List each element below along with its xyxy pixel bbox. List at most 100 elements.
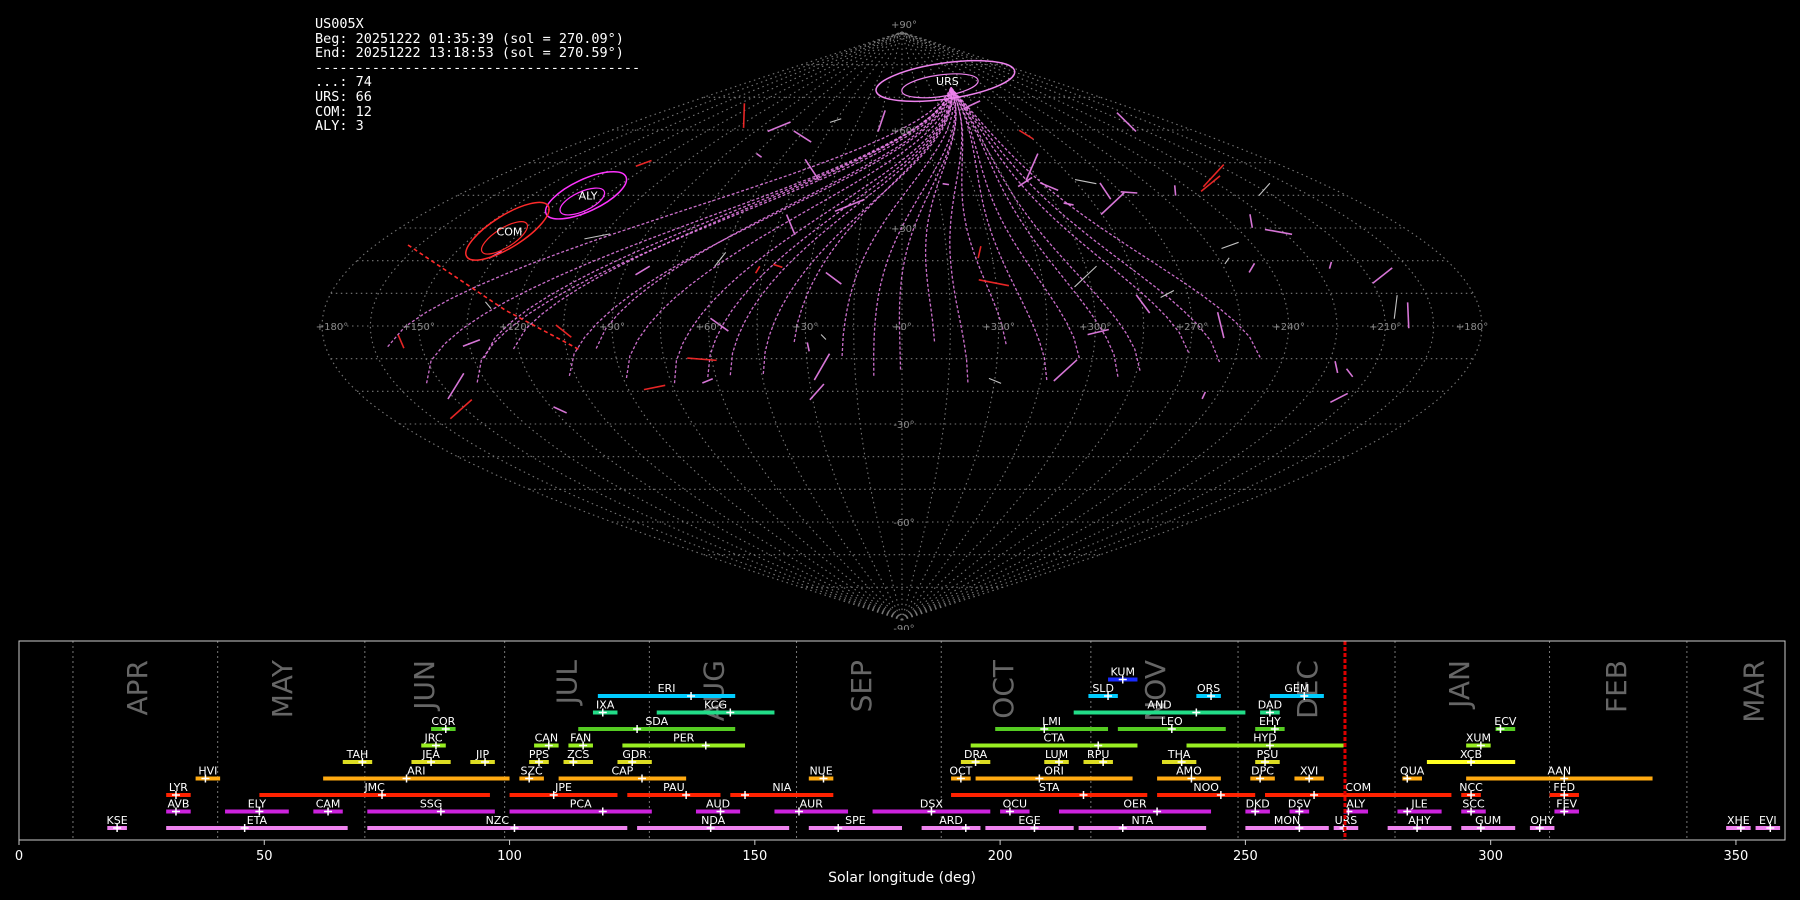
meteor-segment [772,263,783,269]
shower-code-label: FAN [570,732,591,745]
month-label: SEP [845,660,878,712]
x-tick-label: 0 [15,849,23,864]
radiant-label: ALY [579,189,598,202]
shower-code-label: TAH [346,748,369,761]
month-label: OCT [987,659,1020,719]
month-label: FEB [1600,660,1633,713]
shower-code-label: LUM [1045,748,1068,761]
meteor-segment [809,383,825,401]
begin-time: Beg: 20251222 01:35:39 (sol = 270.09°) [315,30,624,47]
shower-code-label: ORI [1044,765,1064,778]
shower-code-label: SDA [645,715,668,728]
meteor-segment [1099,182,1112,200]
meteor-segment [988,377,1002,384]
x-tick-label: 250 [1233,849,1258,864]
lon-label: +300° [1079,322,1111,333]
shower-code-label: JPE [554,781,572,794]
shower-code-label: STA [1039,781,1060,794]
shower-code-label: AMO [1176,765,1202,778]
shower-code-label: OCT [949,765,972,778]
meteor-segment [1221,241,1239,250]
lon-label: +270° [1176,322,1208,333]
shower-code-label: NIA [772,781,791,794]
shower-code-label: AHY [1408,814,1431,827]
x-tick-label: 50 [256,849,273,864]
lon-label: +150° [402,322,434,333]
meteor-segment [449,399,473,420]
lon-label: +180° [1456,322,1488,333]
meteor-segment [555,324,572,338]
shower-code-label: NCC [1459,781,1483,794]
month-label: MAR [1738,660,1771,723]
meteor-segment [462,338,481,348]
lat-label: -60° [893,518,914,529]
meteor-segment [1017,176,1033,188]
meteor-segment [1329,392,1349,403]
meteor-segment [643,384,666,391]
shower-code-label: JEA [421,748,440,761]
urs-track [950,87,1048,381]
lat-label: -30° [893,420,914,431]
meteor-segment [1053,359,1078,382]
shower-code-label: DSX [920,798,943,811]
shower-code-label: QUA [1400,765,1425,778]
x-tick-label: 200 [988,849,1013,864]
meteor-segment [977,245,982,259]
shower-code-label: CAN [535,732,558,745]
shower-code-label: NZC [486,814,510,827]
x-tick-label: 100 [497,849,522,864]
shower-code-label: ARD [939,814,963,827]
shower-code-label: NUE [809,765,832,778]
x-axis: 0 50 100 150 200 250 300 350 [15,840,1748,864]
shower-code-label: PPS [529,748,549,761]
meteor-segment [702,377,714,384]
lon-label: +120° [499,322,531,333]
shower-code-label: ETA [247,814,268,827]
lon-label: +210° [1369,322,1401,333]
station-id: US005X [315,16,364,32]
shower-code-label: PER [673,732,695,745]
shower-code-label: CAM [316,798,341,811]
meteor-segment [1334,361,1339,374]
shower-code-label: DSV [1288,798,1311,811]
count-com: COM: 12 [315,103,372,120]
count-urs: URS: 66 [315,88,372,105]
lat-label: +60° [891,126,917,137]
shower-code-label: DKD [1246,798,1270,811]
shower-code-label: NOO [1193,781,1219,794]
meteor-segment [877,110,886,132]
shower-code-label: DPC [1251,765,1274,778]
shower-code-label: SZC [521,765,544,778]
shower-code-label: MON [1274,814,1300,827]
shower-code-label: SCC [1462,798,1485,811]
month-label: APR [121,660,154,716]
x-tick-label: 350 [1724,849,1749,864]
meteor-segment [1216,312,1225,339]
shower-code-label: FED [1553,781,1575,794]
shower-code-label: PSU [1257,748,1279,761]
shower-code-label: ARI [407,765,425,778]
meteor-segment [1345,368,1354,378]
shower-code-label: HVI [198,765,217,778]
shower-code-label: THA [1167,748,1191,761]
shower-code-label: JIP [475,748,489,761]
shower-code-label: KCG [704,699,727,712]
x-tick-label: 300 [1478,849,1503,864]
lat-label: +30° [891,224,917,235]
shower-code-label: LEO [1161,715,1183,728]
lon-label: +60° [696,322,722,333]
shower-code-label: ECV [1494,715,1517,728]
meteor-segment [978,279,1010,287]
shower-code-label: ELY [248,798,267,811]
shower-code-label: ALY [1346,798,1365,811]
meteor-segment [1258,182,1271,196]
shower-code-label: RPU [1087,748,1109,761]
meteor-segment [447,372,465,400]
x-tick-label: 150 [742,849,767,864]
lat-label: +90° [891,20,917,31]
meteor-segment [804,158,820,181]
count-sporadic: ...: 74 [315,74,372,91]
com-track [407,244,581,351]
shower-code-label: XCB [1460,748,1482,761]
meteor-segment [742,103,746,128]
